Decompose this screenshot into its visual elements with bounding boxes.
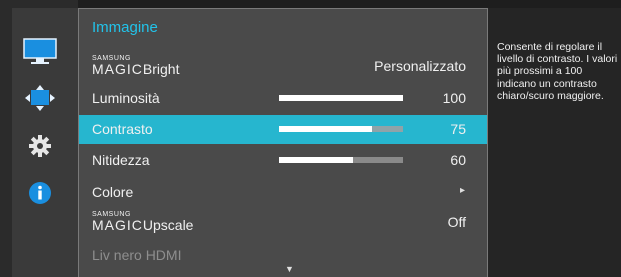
- luminosita-slider[interactable]: [279, 95, 403, 101]
- menu-item-liv-nero-hdmi: Liv nero HDMI: [79, 241, 487, 270]
- menu-item-label: Nitidezza: [92, 152, 150, 168]
- menu-title: Immagine: [92, 19, 158, 36]
- menu-item-nitidezza[interactable]: Nitidezza 60: [79, 146, 487, 175]
- menu-item-luminosita[interactable]: Luminosità 100: [79, 84, 487, 113]
- sidebar: [0, 0, 78, 277]
- nitidezza-slider[interactable]: [279, 157, 403, 163]
- menu-item-magic-upscale[interactable]: SAMSUNG MAGICUpscale Off: [79, 208, 487, 237]
- slider-fill: [279, 126, 372, 132]
- slider-fill: [279, 95, 403, 101]
- menu-item-value: 60: [450, 152, 466, 168]
- slider-fill: [279, 157, 354, 163]
- menu-item-label: Luminosità: [92, 90, 160, 106]
- menu-item-value: 75: [450, 121, 466, 137]
- picture-menu: Immagine SAMSUNG MAGICBright Personalizz…: [78, 8, 488, 277]
- menu-item-label: Contrasto: [92, 121, 153, 137]
- magic-bright-label: SAMSUNG MAGICBright: [92, 55, 179, 76]
- menu-item-value: 100: [442, 90, 466, 106]
- help-text: Consente di regolare il livello di contr…: [497, 41, 618, 102]
- menu-item-label: Liv nero HDMI: [92, 247, 182, 263]
- menu-item-magic-bright[interactable]: SAMSUNG MAGICBright Personalizzato: [79, 52, 487, 81]
- menu-item-contrasto[interactable]: Contrasto 75: [79, 115, 487, 144]
- brand-magic: MAGIC: [92, 61, 143, 77]
- magic-upscale-label: SAMSUNG MAGICUpscale: [92, 211, 193, 232]
- brand-magic: MAGIC: [92, 217, 143, 233]
- menu-item-label: Colore: [92, 184, 134, 200]
- info-icon[interactable]: [22, 178, 58, 208]
- menu-item-label: Bright: [142, 61, 180, 77]
- monitor-icon[interactable]: [22, 37, 58, 67]
- gear-icon[interactable]: [22, 131, 58, 161]
- help-panel: Consente di regolare il livello di contr…: [488, 8, 621, 277]
- menu-item-label: Upscale: [142, 217, 194, 233]
- contrasto-slider[interactable]: [279, 126, 403, 132]
- scroll-down-icon[interactable]: ▼: [285, 264, 294, 274]
- resize-icon[interactable]: [22, 83, 58, 113]
- menu-item-value: Off: [447, 214, 466, 230]
- menu-item-colore[interactable]: Colore ▸: [79, 178, 487, 207]
- chevron-right-icon: ▸: [459, 185, 465, 196]
- menu-item-value: Personalizzato: [374, 58, 466, 74]
